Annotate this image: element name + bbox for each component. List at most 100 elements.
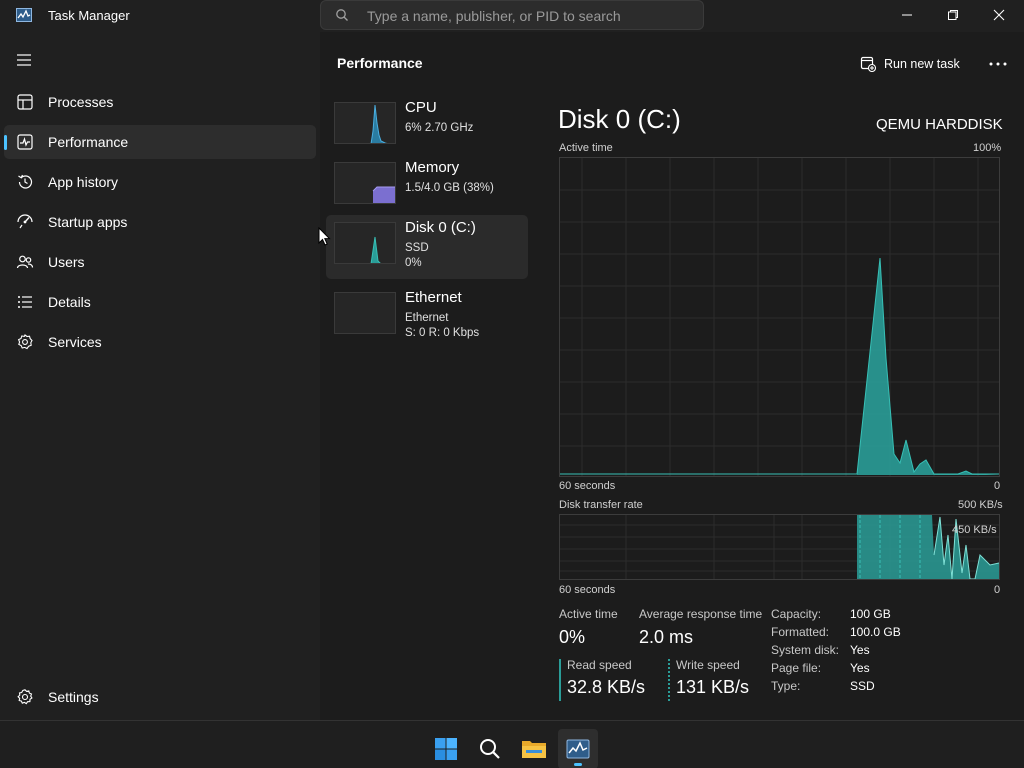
startup-icon (17, 214, 33, 229)
read-speed-label: Read speed (567, 658, 632, 672)
type-value: SSD (850, 679, 875, 693)
run-task-icon (860, 56, 876, 72)
start-icon (435, 738, 457, 760)
system-disk-value: Yes (850, 643, 870, 657)
minimize-button[interactable] (884, 0, 930, 30)
taskbar (0, 720, 1024, 768)
sidebar-item-startup-apps[interactable]: Startup apps (4, 205, 316, 239)
sidebar-item-label: App history (48, 174, 119, 190)
active-indicator (4, 135, 7, 150)
processes-icon (17, 94, 33, 110)
sidebar-item-services[interactable]: Services (4, 325, 316, 359)
sidebar-item-processes[interactable]: Processes (4, 85, 316, 119)
search-box[interactable] (320, 0, 704, 30)
sidebar-item-label: Processes (48, 94, 114, 110)
transfer-rate-graph (559, 514, 1000, 580)
task-manager-taskbar-button[interactable] (558, 729, 598, 768)
device-usage: 0% (405, 257, 422, 269)
sidebar: Processes Performance App history Startu… (0, 32, 320, 720)
formatted-key: Formatted: (771, 625, 830, 639)
transfer-graph-label: Disk transfer rate (559, 499, 643, 511)
memory-thumbnail-graph (334, 162, 396, 204)
run-new-task-button[interactable]: Run new task (860, 52, 960, 76)
device-name: Ethernet (405, 289, 462, 306)
run-new-task-label: Run new task (884, 57, 960, 71)
device-item-cpu[interactable]: CPU 6% 2.70 GHz (326, 95, 528, 159)
page-file-key: Page file: (771, 661, 822, 675)
device-name: CPU (405, 99, 437, 116)
sidebar-item-settings[interactable]: Settings (4, 680, 316, 714)
hamburger-menu-icon[interactable] (14, 52, 34, 68)
device-detail: 6% 2.70 GHz (405, 122, 474, 134)
disk-thumbnail-graph (334, 222, 396, 264)
more-options-button[interactable] (984, 52, 1012, 76)
device-name: Memory (405, 159, 460, 176)
search-input[interactable] (367, 6, 687, 26)
file-explorer-icon (522, 741, 546, 758)
sidebar-item-details[interactable]: Details (4, 285, 316, 319)
users-icon (16, 255, 34, 269)
device-item-disk[interactable]: Disk 0 (C:) SSD 0% (326, 215, 528, 279)
read-speed-indicator (559, 659, 561, 701)
active-app-indicator (574, 763, 582, 766)
device-type: SSD (405, 242, 429, 254)
page-title: Performance (337, 55, 423, 71)
restore-icon (948, 10, 958, 20)
active-time-graph-label: Active time (559, 142, 613, 154)
taskbar-search-button[interactable] (470, 729, 510, 768)
main-content: Performance Run new task CPU 6% 2.70 GHz (320, 32, 1024, 720)
search-icon (336, 9, 348, 21)
page-file-value: Yes (850, 661, 870, 675)
disk-model: QEMU HARDDISK (876, 116, 1003, 133)
transfer-marker-label: 450 KB/s (952, 524, 997, 536)
restore-button[interactable] (930, 0, 976, 30)
sidebar-item-performance[interactable]: Performance (4, 125, 316, 159)
sidebar-item-label: Performance (48, 134, 129, 150)
write-speed-value: 131 KB/s (676, 677, 750, 697)
task-manager-app-icon (16, 8, 32, 22)
system-disk-key: System disk: (771, 643, 840, 657)
read-speed-value: 32.8 KB/s (567, 677, 646, 697)
device-item-memory[interactable]: Memory 1.5/4.0 GB (38%) (326, 155, 528, 219)
active-time-stat-label: Active time (559, 607, 618, 621)
avg-response-stat-value: 2.0 ms (639, 627, 694, 647)
file-explorer-button[interactable] (514, 729, 554, 768)
sidebar-item-label: Services (48, 334, 102, 350)
search-icon (480, 739, 500, 759)
device-item-ethernet[interactable]: Ethernet Ethernet S: 0 R: 0 Kbps (326, 285, 528, 349)
sidebar-item-label: Startup apps (48, 214, 128, 230)
device-throughput: S: 0 R: 0 Kbps (405, 327, 480, 339)
sidebar-item-app-history[interactable]: App history (4, 165, 316, 199)
formatted-value: 100.0 GB (850, 625, 901, 639)
device-adapter: Ethernet (405, 312, 449, 324)
capacity-key: Capacity: (771, 607, 822, 621)
active-time-x-right: 0 (994, 480, 1001, 492)
avg-response-stat-label: Average response time (639, 607, 763, 621)
history-icon (18, 174, 33, 189)
sidebar-item-label: Details (48, 294, 91, 310)
write-speed-indicator (668, 659, 670, 701)
device-name: Disk 0 (C:) (405, 219, 476, 236)
services-icon (17, 334, 33, 350)
more-options-icon (989, 62, 1007, 66)
active-time-stat-value: 0% (559, 627, 586, 647)
close-button[interactable] (976, 0, 1022, 30)
minimize-icon (902, 14, 912, 16)
sidebar-item-label: Users (48, 254, 85, 270)
type-key: Type: (771, 679, 801, 693)
start-button[interactable] (426, 729, 466, 768)
device-detail: 1.5/4.0 GB (38%) (405, 182, 494, 194)
mouse-cursor-icon (318, 227, 331, 246)
active-time-max-label: 100% (973, 142, 1002, 154)
sidebar-item-label: Settings (48, 689, 99, 705)
active-time-x-left: 60 seconds (559, 480, 616, 492)
settings-gear-icon (17, 689, 33, 705)
details-icon (18, 296, 32, 308)
cpu-thumbnail-graph (334, 102, 396, 144)
sidebar-item-users[interactable]: Users (4, 245, 316, 279)
performance-icon (17, 134, 33, 150)
transfer-max-label: 500 KB/s (958, 499, 1003, 511)
transfer-x-left: 60 seconds (559, 584, 616, 596)
ethernet-thumbnail-graph (334, 292, 396, 334)
active-time-graph (559, 157, 1000, 477)
